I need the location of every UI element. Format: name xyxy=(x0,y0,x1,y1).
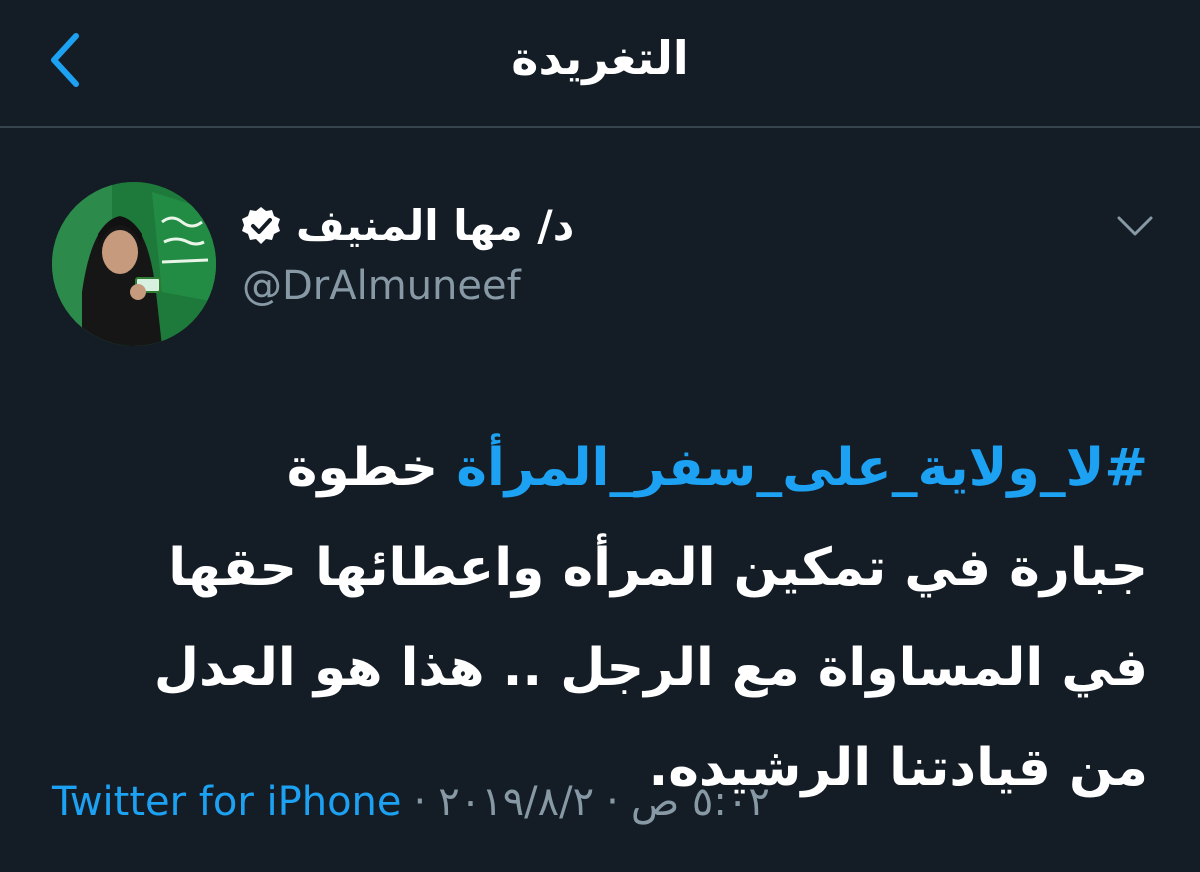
avatar-photo xyxy=(52,182,216,346)
page-title: التغريدة xyxy=(511,31,689,85)
meta-separator: · xyxy=(413,779,427,825)
tweet-body: #لا_ولاية_على_سفر_المرأة خطوة جبارة في ت… xyxy=(150,418,1148,818)
verified-badge-icon xyxy=(242,207,280,244)
chevron-down-icon xyxy=(1117,216,1153,236)
tweet-date: ٢٠١٩/٨/٢ xyxy=(438,779,595,825)
meta-separator: · xyxy=(606,779,619,825)
tweet-detail-screen: التغريدة د/ مها المنيف @DrAlmuneef #لا_و… xyxy=(0,0,1200,872)
source-link[interactable]: Twitter for iPhone xyxy=(52,779,402,825)
tweet-menu-button[interactable] xyxy=(1108,206,1162,246)
display-name[interactable]: د/ مها المنيف xyxy=(296,196,574,256)
hashtag-link[interactable]: #لا_ولاية_على_سفر_المرأة xyxy=(456,438,1148,498)
display-name-row: د/ مها المنيف xyxy=(240,196,574,256)
user-handle[interactable]: @DrAlmuneef xyxy=(242,258,521,314)
top-bar: التغريدة xyxy=(0,0,1200,128)
avatar[interactable] xyxy=(52,182,216,346)
tweet-time: ٥:٠٢ ص xyxy=(630,779,770,825)
tweet-author: د/ مها المنيف @DrAlmuneef xyxy=(0,166,1200,346)
tweet-meta: Twitter for iPhone · ٢٠١٩/٨/٢ · ٥:٠٢ ص xyxy=(52,774,770,830)
